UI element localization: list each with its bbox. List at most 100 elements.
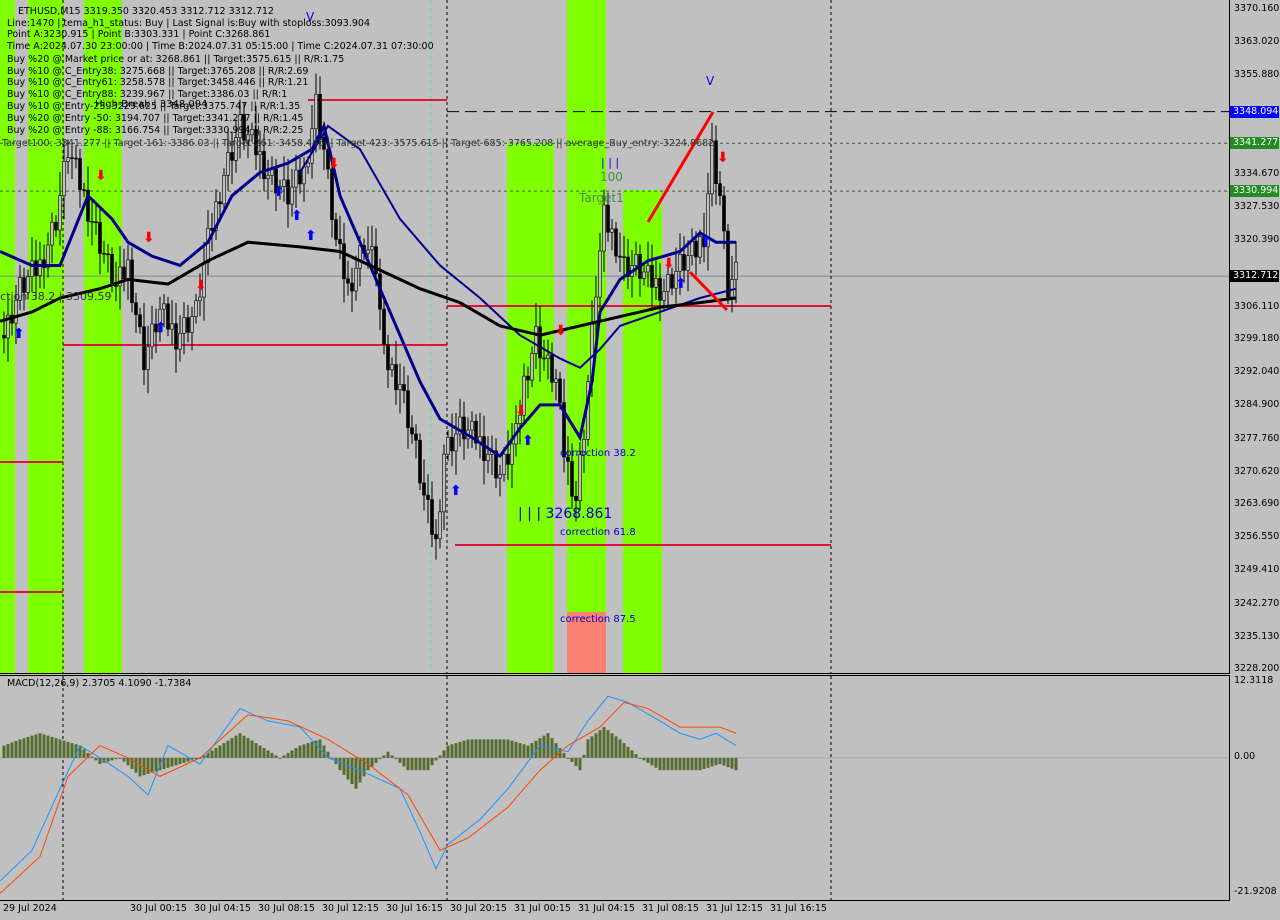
macd-histogram-bar: [538, 738, 542, 758]
candle: [286, 179, 290, 205]
candle: [306, 162, 310, 168]
macd-histogram-bar: [722, 757, 726, 766]
macd-histogram-bar: [170, 757, 174, 767]
candle: [178, 333, 182, 350]
candle: [442, 453, 446, 513]
macd-axis-label: -21.9208: [1234, 886, 1277, 897]
macd-histogram-bar: [46, 735, 50, 758]
price-tag: 3348.094: [1230, 105, 1279, 118]
sell-arrow-icon: ⬇: [328, 156, 340, 172]
macd-histogram-bar: [166, 757, 170, 768]
candle: [134, 302, 138, 316]
macd-histogram-bar: [282, 755, 286, 758]
signal-line: [0, 701, 737, 894]
macd-histogram-bar: [246, 738, 250, 758]
macd-histogram-bar: [250, 740, 254, 758]
macd-histogram-bar: [430, 757, 434, 766]
price-label: 3228.200: [1234, 663, 1280, 674]
point-c-label: | | | 3268.861: [518, 506, 613, 522]
macd-histogram-bar: [566, 757, 570, 759]
time-label: 31 Jul 08:15: [642, 903, 699, 914]
candle: [34, 260, 38, 276]
candle: [542, 357, 546, 360]
macd-histogram-bar: [114, 757, 118, 760]
candle: [50, 221, 54, 246]
price-label: 3334.670: [1234, 168, 1280, 179]
price-chart[interactable]: ⬆ ⬇ ⬇ ⬆ ⬇ ⬆ ⬆ ⬆ ⬇ ⬆ ⬇ ⬆ ⬇ ⬇ ⬆ ⬆ ⬇ ETHUSD,M15 3319.350 33…: [0, 0, 1230, 674]
candle: [502, 453, 506, 475]
candle: [642, 271, 646, 279]
time-label: 31 Jul 00:15: [514, 903, 571, 914]
candle: [446, 436, 450, 455]
candle: [342, 243, 346, 280]
macd-histogram-bar: [586, 739, 590, 758]
macd-histogram-bar: [342, 757, 346, 775]
price-label: 3242.270: [1234, 597, 1280, 609]
macd-histogram-bar: [290, 750, 294, 758]
macd-histogram-bar: [262, 748, 266, 758]
macd-histogram-bar: [610, 733, 614, 758]
candle: [114, 285, 118, 287]
candle: [498, 474, 502, 479]
macd-histogram-bar: [258, 745, 262, 758]
macd-histogram-bar: [662, 757, 666, 771]
time-label: 31 Jul 04:15: [578, 903, 635, 914]
macd-histogram-bar: [510, 740, 514, 758]
candle: [418, 439, 422, 484]
candle: [14, 300, 18, 324]
price-label: 3235.130: [1234, 630, 1280, 642]
candle: [394, 364, 398, 391]
macd-histogram-bar: [134, 757, 138, 773]
macd-histogram-bar: [138, 757, 142, 777]
price-label: 3370.160: [1234, 3, 1280, 14]
macd-histogram-bar: [214, 748, 218, 758]
candle: [646, 265, 650, 273]
macd-histogram-bar: [474, 739, 478, 758]
price-label: 3284.900: [1234, 399, 1280, 411]
candle: [58, 195, 62, 231]
candle: [598, 250, 602, 298]
macd-histogram-bar: [150, 757, 154, 773]
macd-histogram-bar: [210, 750, 214, 758]
candle: [226, 152, 230, 176]
macd-histogram-bar: [710, 757, 714, 767]
candle: [194, 300, 198, 317]
candle: [390, 364, 394, 371]
time-label: 29 Jul 2024: [3, 903, 57, 914]
macd-histogram-bar: [286, 752, 290, 758]
macd-panel[interactable]: MACD(12,26,9) 2.3705 4.1090 -1.7384: [0, 675, 1230, 901]
macd-histogram-bar: [626, 746, 630, 758]
candle: [150, 323, 154, 348]
macd-histogram-bar: [594, 733, 598, 758]
macd-histogram-bar: [70, 743, 74, 758]
candle: [186, 317, 190, 333]
macd-histogram-bar: [390, 755, 394, 758]
time-label: 30 Jul 12:15: [322, 903, 379, 914]
macd-histogram-bar: [438, 755, 442, 758]
info-line: Buy %20 @ Entry -50: 3194.707 || Target:…: [7, 113, 304, 124]
candle: [330, 168, 334, 220]
price-label: 3299.180: [1234, 333, 1280, 344]
candle: [94, 221, 98, 224]
candle: [74, 157, 78, 160]
macd-histogram-bar: [18, 739, 22, 758]
macd-histogram-bar: [506, 739, 510, 758]
candle: [658, 278, 662, 301]
candle: [82, 189, 86, 191]
macd-histogram-bar: [590, 736, 594, 758]
candle: [170, 323, 174, 330]
macd-histogram-bar: [730, 757, 734, 769]
macd-histogram-bar: [266, 750, 270, 758]
correction-87-label: correction 87.5: [560, 614, 636, 625]
candle: [70, 157, 74, 159]
macd-histogram-bar: [398, 757, 402, 763]
macd-histogram-bar: [706, 757, 710, 768]
macd-histogram-bar: [82, 749, 86, 758]
macd-canvas: [0, 676, 1229, 900]
macd-histogram-bar: [410, 757, 414, 771]
candle: [146, 346, 150, 370]
candle: [222, 174, 226, 205]
correction-left-label: correction 38.2 | 3309.59: [0, 290, 112, 303]
macd-histogram-bar: [254, 743, 258, 758]
macd-histogram-bar: [50, 736, 54, 758]
